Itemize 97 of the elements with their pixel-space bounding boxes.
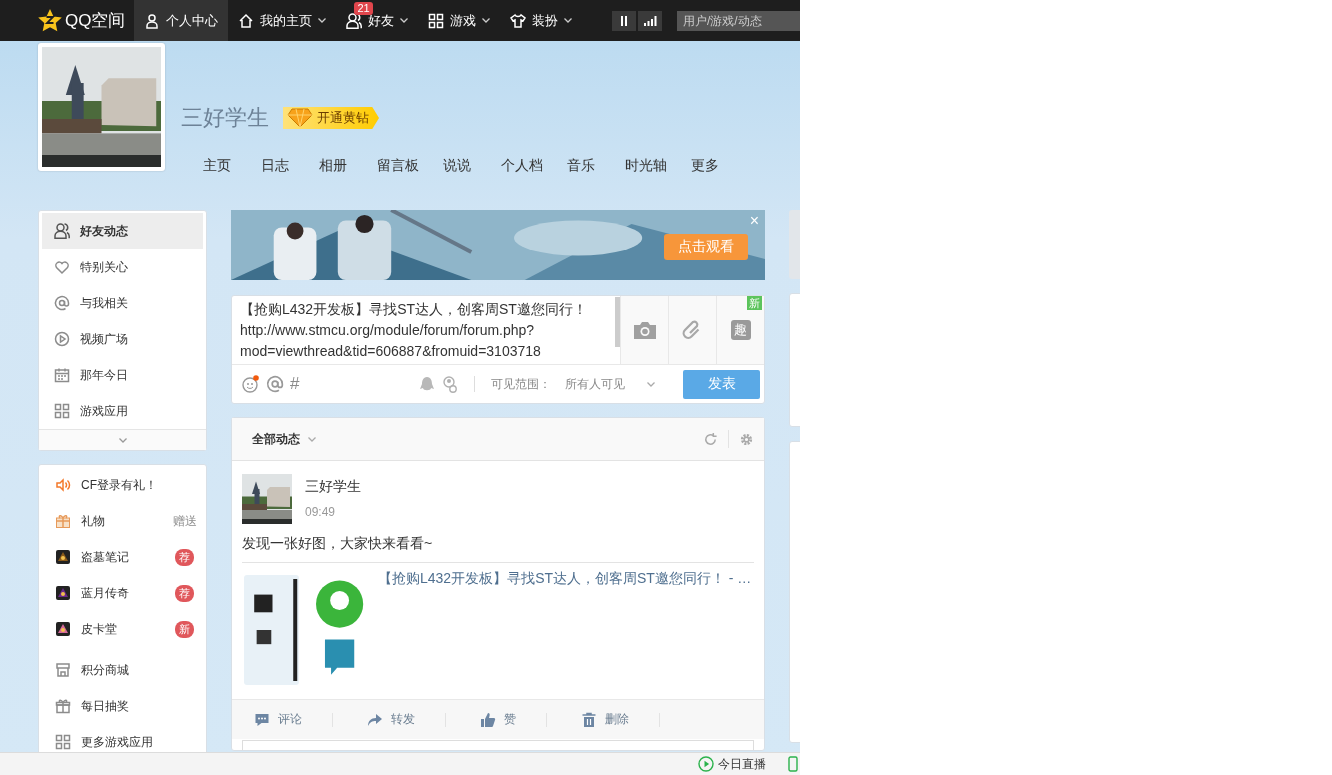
camera-icon bbox=[632, 320, 657, 340]
expand-button[interactable] bbox=[39, 429, 206, 450]
heart-icon bbox=[54, 259, 70, 275]
post-text: 发现一张好图，大家快来看看~ bbox=[242, 535, 754, 563]
new-badge: 新 bbox=[747, 296, 762, 310]
sidebar-item[interactable]: 与我相关 bbox=[42, 285, 203, 321]
sidebar-item[interactable]: 特别关心 bbox=[42, 249, 203, 285]
action-button[interactable]: 评论 bbox=[254, 711, 302, 728]
app-item[interactable]: 盗墓笔记 荐 bbox=[42, 539, 203, 575]
app-item[interactable]: 皮卡堂 新 bbox=[42, 611, 203, 647]
user-name: 三好学生 bbox=[181, 104, 269, 132]
people-icon bbox=[54, 223, 70, 239]
sidebar-item[interactable]: 游戏应用 bbox=[42, 393, 203, 429]
pause-icon bbox=[620, 15, 628, 26]
comment-field[interactable] bbox=[242, 740, 754, 750]
emoji-icon[interactable] bbox=[242, 375, 260, 393]
visibility-label: 可见范围： bbox=[491, 375, 551, 393]
feed-filter[interactable]: 全部动态 bbox=[252, 430, 316, 448]
thumbs-up-icon bbox=[480, 711, 496, 728]
app-item[interactable]: CF登录有礼！ bbox=[42, 467, 203, 503]
trash-icon bbox=[581, 711, 597, 728]
diamond-icon bbox=[287, 108, 313, 128]
user-select-icon[interactable] bbox=[441, 375, 458, 393]
grid-icon bbox=[54, 403, 70, 419]
bars-icon bbox=[643, 15, 657, 26]
grid-icon bbox=[428, 12, 445, 29]
play-icon bbox=[698, 756, 714, 772]
shop-icon bbox=[55, 662, 71, 678]
profile-tab[interactable]: 说说 bbox=[431, 157, 489, 175]
gift-icon bbox=[55, 698, 71, 714]
profile-tab[interactable]: 留言板 bbox=[365, 157, 431, 175]
profile-tab[interactable]: 主页 bbox=[191, 157, 249, 175]
caret-icon bbox=[308, 436, 316, 442]
comment-icon bbox=[254, 711, 270, 728]
post-time: 09:49 bbox=[305, 505, 337, 519]
settings-icon[interactable] bbox=[739, 431, 754, 447]
app-item[interactable]: 礼物 赠送 bbox=[42, 503, 203, 539]
action-button[interactable]: 转发 bbox=[367, 711, 415, 728]
calendar-icon bbox=[54, 367, 70, 383]
phone-icon[interactable] bbox=[788, 756, 798, 772]
vip-button[interactable]: 开通黄钻 bbox=[283, 107, 379, 129]
signal-button[interactable] bbox=[638, 10, 662, 31]
author-avatar[interactable] bbox=[242, 474, 292, 524]
action-button[interactable]: 赞 bbox=[480, 711, 516, 728]
caret-icon bbox=[118, 437, 127, 443]
link-button[interactable] bbox=[668, 296, 716, 364]
star-logo-icon bbox=[38, 9, 62, 32]
action-button[interactable]: 删除 bbox=[581, 711, 629, 728]
nav-tab[interactable]: 21 好友 bbox=[336, 0, 419, 41]
penguin-icon[interactable] bbox=[419, 375, 435, 393]
nav-tab[interactable]: 我的主页 bbox=[228, 0, 337, 41]
link-title[interactable]: 【抢购L432开发板】寻找ST达人，创客周ST邀您同行！ - … bbox=[378, 570, 752, 689]
tag-badge: 新 bbox=[175, 620, 194, 638]
shirt-icon bbox=[510, 12, 527, 29]
speaker-icon bbox=[55, 477, 71, 493]
post-input[interactable]: 【抢购L432开发板】寻找ST达人，创客周ST邀您同行！ http://www.stmcu.org/module/forum/forum.php? mod=viewthread&tid=606887&fromuid=3103718 bbox=[232, 296, 615, 364]
app-item[interactable]: 蓝月传奇 荐 bbox=[42, 575, 203, 611]
app-logo[interactable]: QQ空间 bbox=[65, 9, 126, 32]
profile-tab[interactable]: 相册 bbox=[307, 157, 365, 175]
grid-icon bbox=[55, 734, 71, 750]
nav-tab[interactable]: 装扮 bbox=[500, 0, 583, 41]
tag-badge: 荐 bbox=[175, 548, 194, 566]
people-icon bbox=[346, 12, 363, 29]
refresh-icon[interactable] bbox=[703, 431, 718, 447]
search-field[interactable]: 用户/游戏/动态 bbox=[677, 10, 800, 31]
nav-tab[interactable]: 个人中心 bbox=[134, 0, 229, 41]
game-icon bbox=[55, 585, 71, 601]
app-item[interactable]: 积分商城 bbox=[42, 652, 203, 688]
caret-icon bbox=[647, 381, 655, 387]
app-item[interactable]: 更多游戏应用 bbox=[42, 724, 203, 752]
sidebar-item[interactable]: 好友动态 bbox=[42, 213, 203, 249]
photo-button[interactable] bbox=[620, 296, 668, 364]
author-name[interactable]: 三好学生 bbox=[305, 478, 361, 496]
scrollbar[interactable] bbox=[615, 297, 620, 347]
profile-tab[interactable]: 日志 bbox=[249, 157, 307, 175]
profile-tab[interactable]: 个人档 bbox=[489, 157, 555, 175]
profile-tab[interactable]: 更多 bbox=[679, 157, 737, 175]
at-icon bbox=[54, 295, 70, 311]
play-icon bbox=[54, 331, 70, 347]
visibility-dropdown[interactable]: 所有人可见 bbox=[565, 375, 655, 393]
share-icon bbox=[367, 711, 383, 728]
sidebar-item[interactable]: 视频广场 bbox=[42, 321, 203, 357]
sidebar-item[interactable]: 那年今日 bbox=[42, 357, 203, 393]
nav-tab[interactable]: 游戏 bbox=[418, 0, 501, 41]
count-badge: 21 bbox=[354, 2, 373, 15]
gift-icon bbox=[55, 513, 71, 529]
profile-tab[interactable]: 时光轴 bbox=[613, 157, 679, 175]
game-icon bbox=[55, 621, 71, 637]
tag-badge: 荐 bbox=[175, 584, 194, 602]
app-item[interactable]: 每日抽奖 bbox=[42, 688, 203, 724]
person-icon bbox=[144, 12, 161, 29]
game-icon bbox=[55, 549, 71, 565]
pause-button[interactable] bbox=[612, 10, 636, 31]
at-icon bbox=[266, 375, 284, 393]
profile-tab[interactable]: 音乐 bbox=[555, 157, 613, 175]
live-button[interactable]: 今日直播 bbox=[698, 755, 766, 773]
home-icon bbox=[238, 12, 255, 29]
